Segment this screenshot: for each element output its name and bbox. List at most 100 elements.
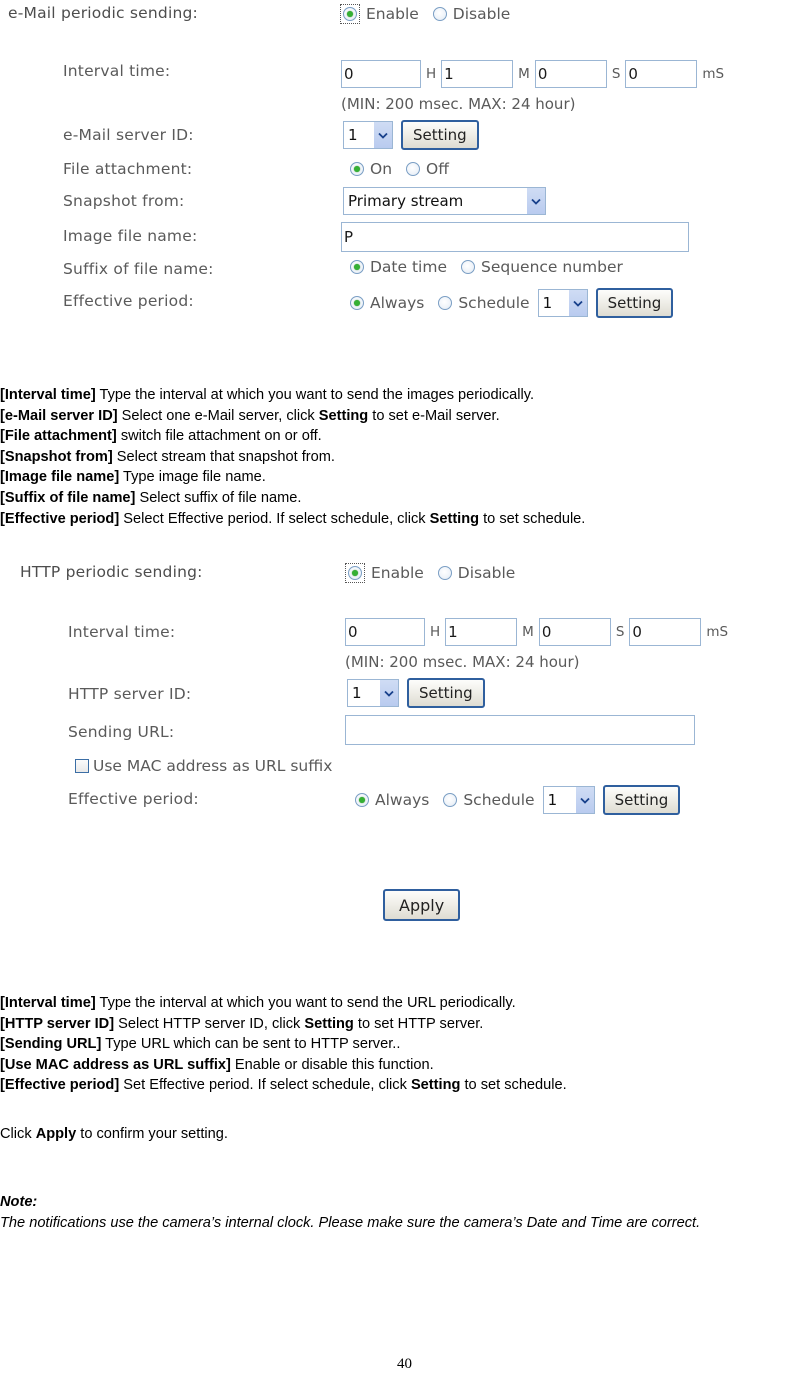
http-periodic-sending-label: HTTP periodic sending:	[20, 563, 203, 581]
email-interval-minutes-unit: M	[518, 66, 530, 82]
email-enable-disable-group: Enable Disable	[340, 4, 510, 24]
email-server-setting-button[interactable]: Setting	[401, 120, 479, 150]
email-periodic-sending-label: e-Mail periodic sending:	[8, 4, 198, 22]
doc-line: [Interval time] Type the interval at whi…	[0, 385, 809, 406]
email-snapshot-from-row-label: Snapshot from:	[63, 192, 184, 210]
http-use-mac-row: Use MAC address as URL suffix	[75, 757, 332, 775]
email-image-file-name-input[interactable]	[341, 222, 689, 252]
email-enable-radio[interactable]	[343, 7, 357, 21]
http-effective-period-group: Always Schedule 1 Setting	[355, 785, 681, 815]
apply-button[interactable]: Apply	[383, 889, 461, 921]
email-effective-period-label: Effective period:	[63, 292, 194, 310]
doc-text: Type the interval at which you want to s…	[95, 995, 516, 1011]
doc-term: [Use MAC address as URL suffix]	[0, 1056, 231, 1073]
doc-bold: Setting	[429, 510, 480, 527]
email-server-id-select[interactable]: 1	[343, 121, 393, 149]
email-enable-radio-focus-ring	[340, 4, 360, 24]
email-schedule-radio[interactable]	[438, 296, 453, 310]
email-enable-label: Enable	[366, 5, 419, 23]
email-interval-milliseconds-input[interactable]	[625, 60, 698, 88]
email-server-id-select-value: 1	[348, 126, 358, 144]
http-schedule-setting-button[interactable]: Setting	[602, 785, 681, 815]
doc-text2: to set HTTP server.	[353, 1015, 484, 1032]
http-schedule-select[interactable]: 1	[542, 786, 595, 814]
email-server-id-row-label: e-Mail server ID:	[63, 126, 194, 144]
page-number: 40	[397, 1356, 412, 1372]
doc-text: Enable or disable this function.	[230, 1056, 434, 1073]
http-enable-radio[interactable]	[348, 566, 362, 580]
email-suffix-date-time-radio[interactable]	[350, 260, 364, 274]
http-always-radio[interactable]	[355, 793, 369, 807]
email-always-radio[interactable]	[350, 296, 364, 310]
email-interval-hours-unit: H	[426, 66, 437, 82]
email-disable-radio[interactable]	[432, 7, 447, 21]
doc-line: [Effective period] Select Effective peri…	[0, 509, 809, 530]
email-suffix-sequence-radio[interactable]	[461, 260, 475, 274]
email-schedule-setting-button[interactable]: Setting	[595, 288, 674, 318]
doc-text2: to set schedule.	[479, 510, 586, 527]
email-interval-hours-input[interactable]	[341, 60, 421, 88]
http-schedule-select-value: 1	[547, 791, 558, 809]
http-interval-milliseconds-input[interactable]	[629, 618, 702, 646]
http-sending-url-input[interactable]	[345, 715, 695, 745]
email-server-id-label: e-Mail server ID:	[63, 126, 194, 144]
http-server-id-select[interactable]: 1	[347, 679, 399, 707]
doc-text: Type the interval at which you want to s…	[95, 387, 535, 403]
http-interval-minutes-unit: M	[522, 624, 534, 640]
doc-term: [File attachment]	[0, 428, 117, 445]
http-server-id-controls: 1 Setting	[347, 678, 485, 708]
email-interval-seconds-input[interactable]	[534, 60, 607, 88]
http-enable-radio-focus-ring	[345, 563, 365, 583]
http-interval-time-fields: H M S mS	[345, 618, 733, 646]
http-interval-minutes-input[interactable]	[445, 618, 518, 646]
http-disable-label: Disable	[457, 564, 516, 582]
email-snapshot-from-label: Snapshot from:	[63, 192, 185, 210]
email-schedule-select[interactable]: 1	[537, 289, 588, 317]
chevron-down-icon	[575, 787, 594, 813]
email-file-attachment-off-radio[interactable]	[406, 162, 421, 176]
http-enable-label: Enable	[371, 564, 424, 582]
doc-line: [Use MAC address as URL suffix] Enable o…	[0, 1055, 809, 1076]
email-file-attachment-row-label: File attachment:	[63, 160, 192, 178]
email-disable-label: Disable	[452, 5, 511, 23]
doc-line: [e-Mail server ID] Select one e-Mail ser…	[0, 406, 809, 427]
doc-line: [Interval time] Type the interval at whi…	[0, 993, 809, 1014]
email-file-attachment-on-label: On	[370, 160, 393, 178]
apply-instruction-bold: Apply	[35, 1126, 77, 1142]
email-suffix-group: Date time Sequence number	[350, 258, 623, 276]
note-block: Note: The notifications use the camera’s…	[0, 1192, 809, 1233]
email-interval-minutes-input[interactable]	[441, 60, 514, 88]
http-interval-seconds-unit: S	[615, 624, 625, 640]
doc-text: Select stream that snapshot from.	[112, 448, 335, 465]
email-file-attachment-group: On Off	[350, 160, 449, 178]
doc-line: [Sending URL] Type URL which can be sent…	[0, 1034, 809, 1055]
email-image-file-name-field	[341, 222, 689, 252]
http-interval-seconds-input[interactable]	[538, 618, 611, 646]
doc-term: [Effective period]	[0, 1077, 120, 1094]
email-interval-time-label: Interval time:	[63, 62, 171, 80]
http-interval-time-row-label: Interval time:	[68, 623, 175, 641]
doc-term: [Snapshot from]	[0, 448, 113, 465]
http-server-setting-button[interactable]: Setting	[407, 678, 485, 708]
doc-bold: Setting	[318, 407, 369, 424]
email-image-file-name-row-label: Image file name:	[63, 227, 197, 245]
http-interval-hours-input[interactable]	[345, 618, 425, 646]
doc-line: [Effective period] Set Effective period.…	[0, 1075, 809, 1096]
http-use-mac-label: Use MAC address as URL suffix	[93, 757, 333, 775]
email-suffix-row-label: Suffix of file name:	[63, 260, 214, 278]
chevron-down-icon	[568, 290, 587, 316]
http-interval-hours-unit: H	[430, 624, 441, 640]
http-periodic-sending-panel: HTTP periodic sending: Enable Disable In…	[0, 555, 809, 935]
http-server-id-select-value: 1	[352, 684, 362, 702]
http-use-mac-checkbox[interactable]	[75, 759, 89, 773]
doc-term: [Effective period]	[0, 510, 120, 527]
http-schedule-radio[interactable]	[443, 793, 458, 807]
email-file-attachment-on-radio[interactable]	[350, 162, 364, 176]
doc-term: [Interval time]	[0, 387, 96, 403]
http-disable-radio[interactable]	[437, 566, 452, 580]
email-snapshot-from-select[interactable]: Primary stream	[343, 187, 546, 215]
chevron-down-icon	[374, 122, 392, 148]
email-periodic-sending-panel: e-Mail periodic sending: Enable Disable …	[0, 0, 809, 330]
doc-line: [Suffix of file name] Select suffix of f…	[0, 488, 809, 509]
doc-line: [HTTP server ID] Select HTTP server ID, …	[0, 1014, 809, 1035]
